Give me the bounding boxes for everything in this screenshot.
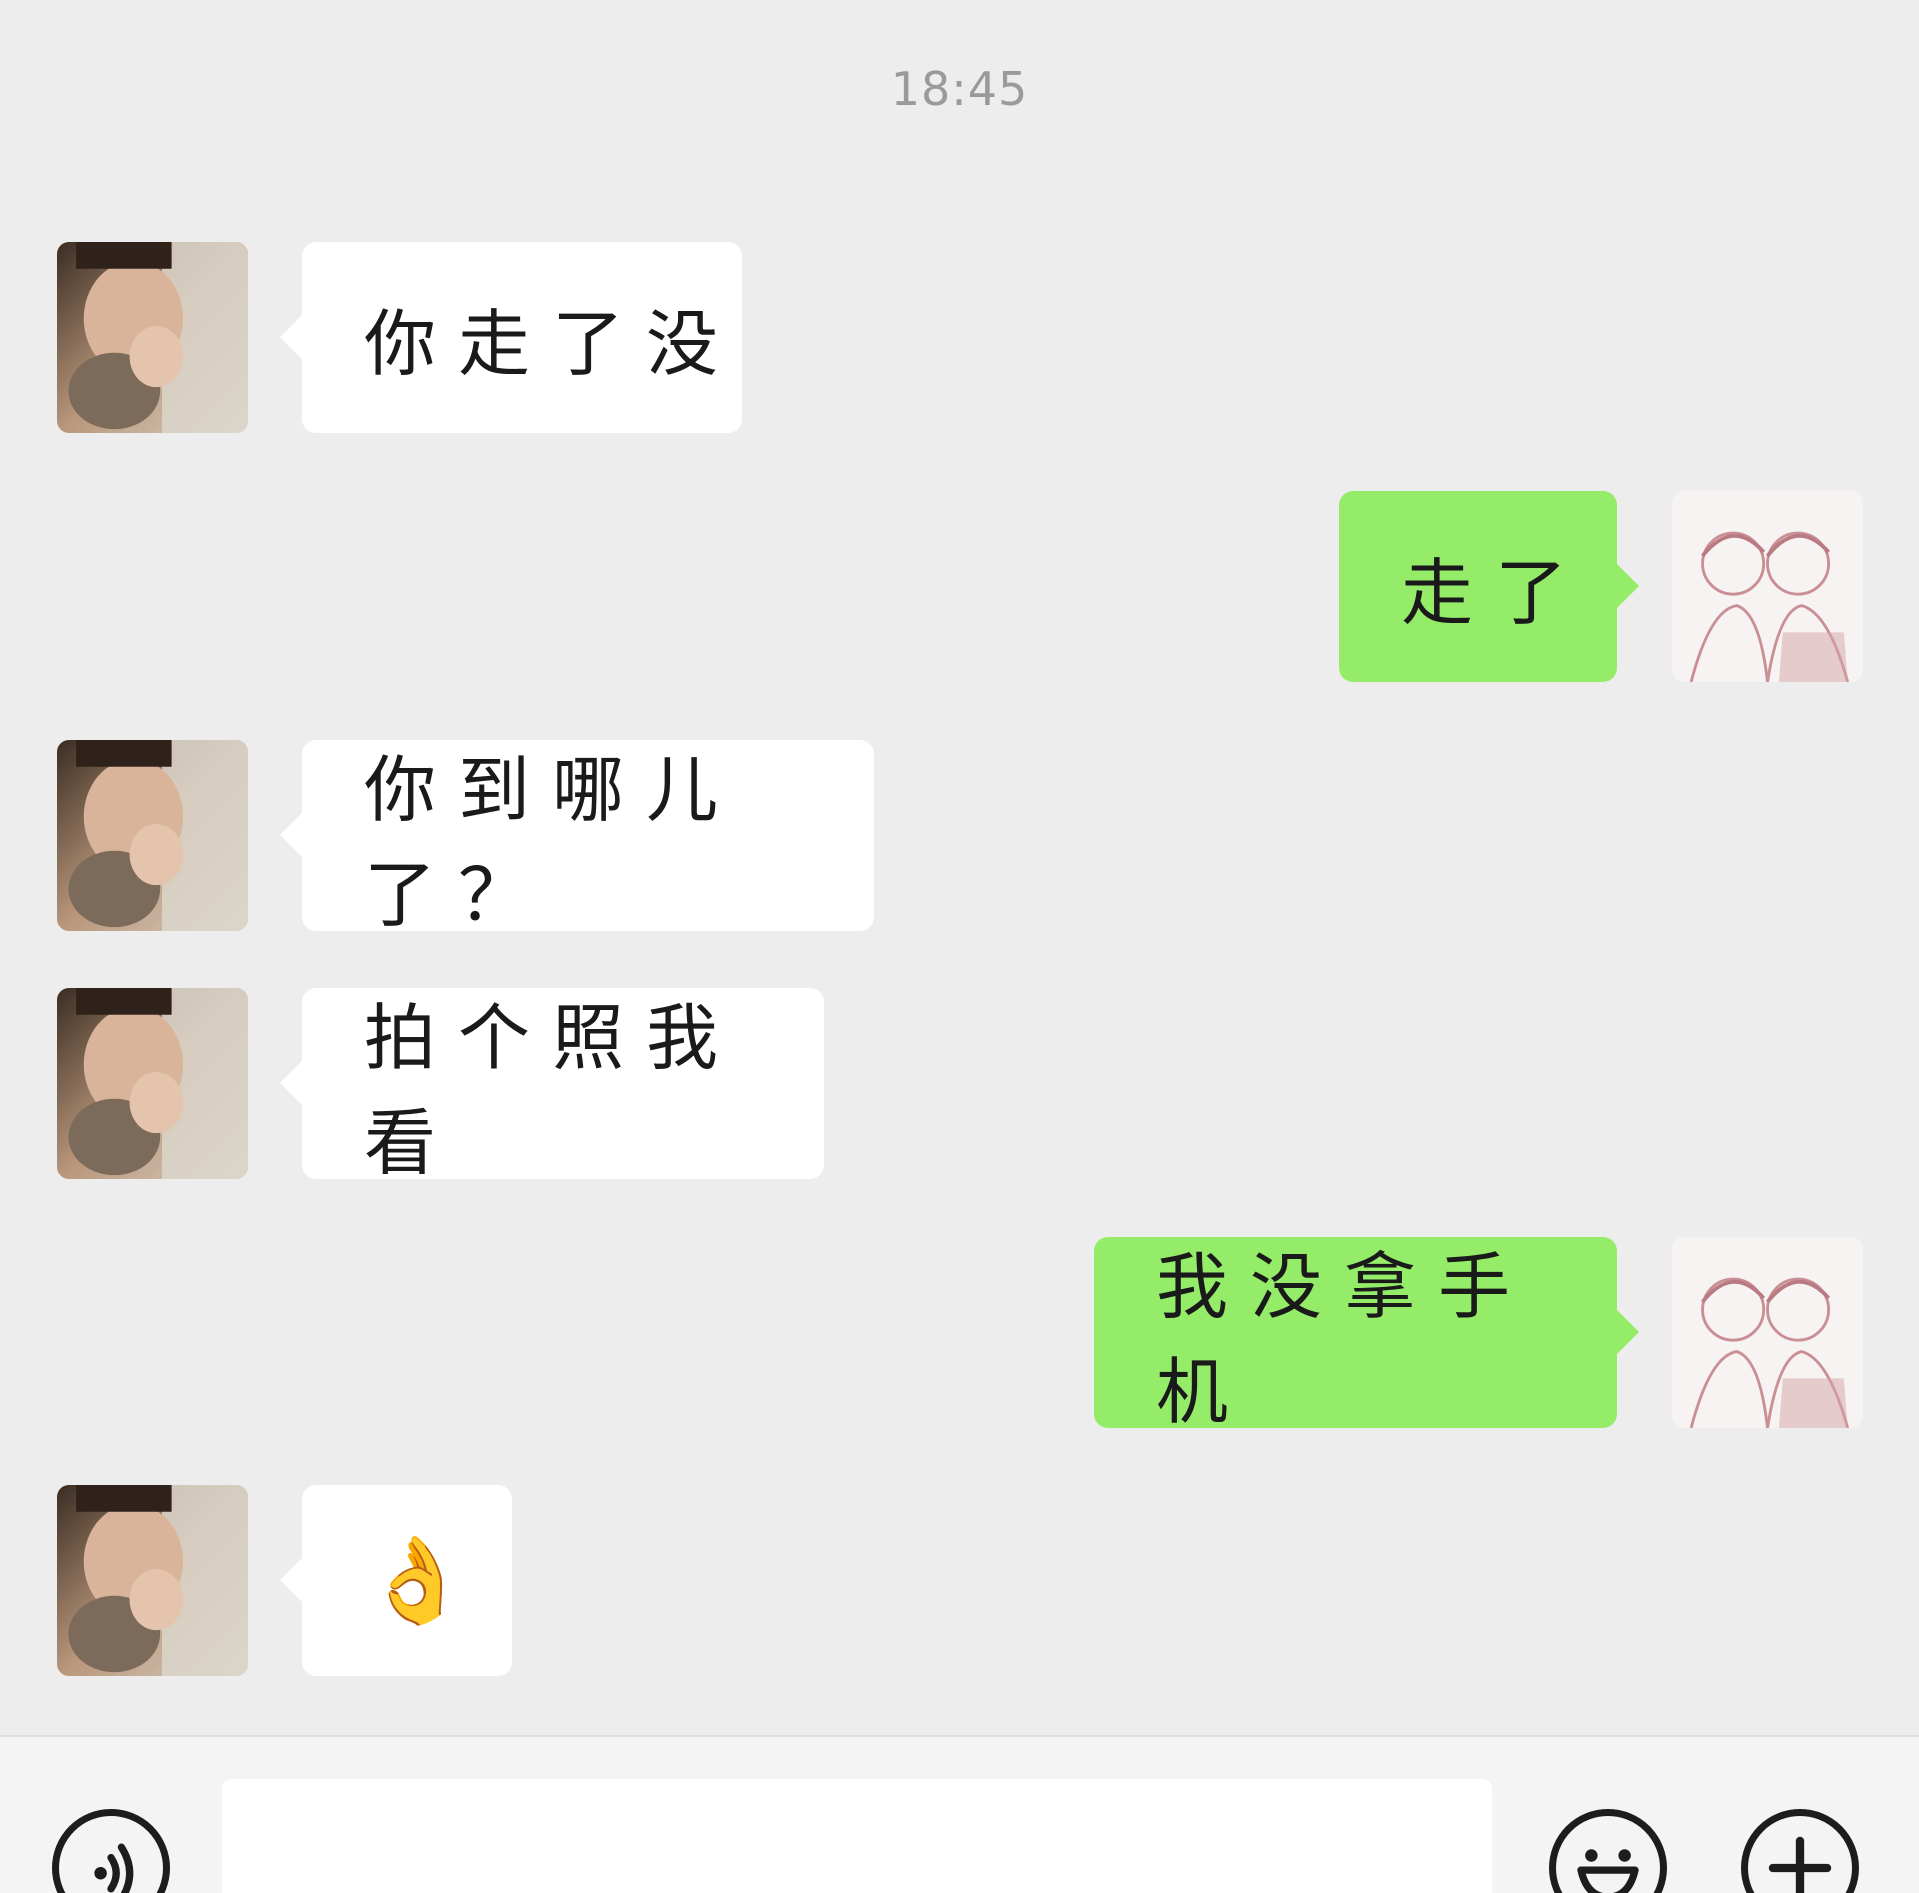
contact-avatar[interactable]	[57, 988, 248, 1179]
user-avatar[interactable]	[1672, 1237, 1863, 1428]
message-text: 拍个照我看	[364, 995, 741, 1185]
incoming-message-bubble[interactable]: 拍个照我看	[280, 988, 824, 1185]
message-text: 我没拿手机	[1156, 1244, 1533, 1434]
chat-screen: 18:45 你走了没 走了 你到哪儿了？ 拍个照我看 我没拿手机 👌	[0, 0, 1919, 1893]
emoji-button[interactable]	[1549, 1809, 1667, 1893]
message-input[interactable]	[222, 1779, 1492, 1893]
message-text: 走了	[1401, 551, 1590, 635]
message-text: 你到哪儿了？	[364, 747, 741, 937]
contact-avatar[interactable]	[57, 242, 248, 433]
incoming-message-bubble[interactable]: 你走了没	[280, 242, 742, 433]
voice-icon	[94, 1843, 134, 1893]
user-avatar[interactable]	[1672, 491, 1863, 682]
contact-avatar[interactable]	[57, 740, 248, 931]
incoming-message-bubble[interactable]: 你到哪儿了？	[280, 740, 874, 937]
outgoing-message-bubble[interactable]: 走了	[1339, 491, 1639, 682]
outgoing-message-bubble[interactable]: 我没拿手机	[1094, 1237, 1639, 1434]
contact-avatar[interactable]	[57, 1485, 248, 1676]
incoming-message-bubble[interactable]: 👌	[280, 1485, 512, 1676]
ok-hand-emoji: 👌	[364, 1531, 469, 1629]
more-button[interactable]	[1741, 1809, 1859, 1893]
chat-input-bar	[0, 1735, 1919, 1893]
voice-button[interactable]	[52, 1809, 170, 1893]
message-timestamp: 18:45	[890, 62, 1029, 116]
emoji-icon	[1577, 1849, 1639, 1893]
message-text: 你走了没	[364, 302, 741, 386]
plus-icon	[1768, 1836, 1832, 1893]
